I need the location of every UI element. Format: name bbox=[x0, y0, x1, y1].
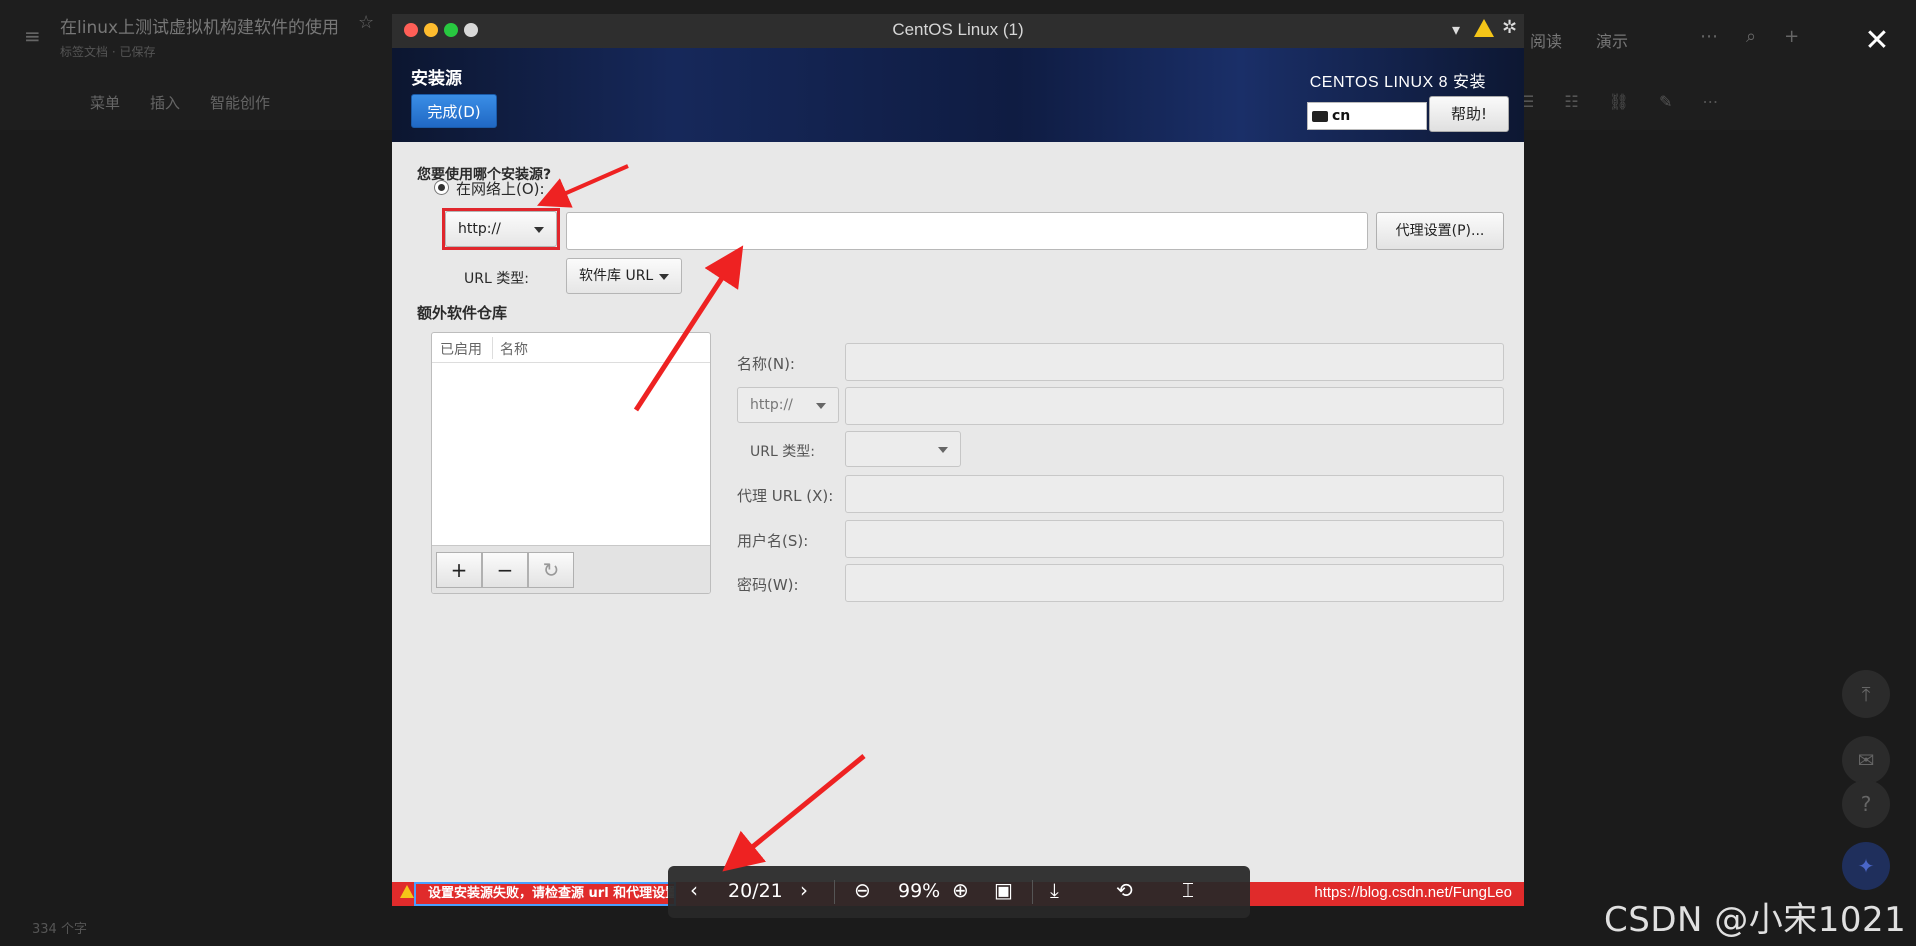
repo-list[interactable]: 已启用 名称 + − ↻ bbox=[431, 332, 711, 594]
scroll-top-icon[interactable]: ⤒ bbox=[1842, 670, 1890, 718]
chevron-down-icon bbox=[659, 274, 669, 280]
repo-toolbar: + − ↻ bbox=[432, 545, 710, 593]
star-icon[interactable]: ☆ bbox=[358, 12, 374, 33]
repo-protocol-value: http:// bbox=[750, 397, 793, 413]
warning-icon bbox=[400, 885, 414, 898]
username-input[interactable] bbox=[845, 520, 1504, 558]
remove-repo-button[interactable]: − bbox=[482, 552, 528, 588]
keyboard-layout-indicator[interactable]: cn bbox=[1307, 102, 1427, 130]
zoom-in-icon[interactable]: ⊕ bbox=[952, 878, 969, 902]
toolbar-divider bbox=[1032, 880, 1033, 904]
toolbar-ai[interactable]: 智能创作 bbox=[210, 92, 270, 113]
editor-toolbar: 菜单 插入 智能创作 bbox=[90, 92, 270, 113]
search-icon[interactable]: ⌕ bbox=[1746, 26, 1756, 47]
spoke-title: 安装源 bbox=[411, 69, 462, 89]
chevron-down-icon bbox=[816, 403, 826, 409]
next-icon[interactable]: › bbox=[800, 878, 808, 902]
repo-url-type-label: URL 类型: bbox=[750, 444, 815, 460]
toolbar-insert[interactable]: 插入 bbox=[150, 92, 180, 113]
doc-subtitle: 标签文档 · 已保存 bbox=[60, 45, 156, 59]
highlight-box bbox=[442, 208, 560, 250]
checklist-icon[interactable]: ☷ bbox=[1564, 92, 1578, 111]
password-label: 密码(W): bbox=[737, 576, 799, 594]
toolbar-divider bbox=[834, 880, 835, 904]
vm-window: CentOS Linux (1) ▾ ✲ 安装源 完成(D) CENTOS LI… bbox=[392, 14, 1524, 906]
product-title: CENTOS LINUX 8 安装 bbox=[1309, 74, 1486, 91]
install-source-content: 您要使用哪个安装源? 在网络上(O): http:// 代理设置(P)... U… bbox=[392, 142, 1524, 882]
done-button[interactable]: 完成(D) bbox=[411, 94, 497, 128]
refresh-repo-button[interactable]: ↻ bbox=[528, 552, 574, 588]
column-separator bbox=[492, 337, 493, 359]
username-label: 用户名(S): bbox=[737, 532, 809, 550]
help-button[interactable]: 帮助! bbox=[1429, 96, 1509, 132]
column-name[interactable]: 名称 bbox=[500, 339, 528, 359]
keyboard-layout: cn bbox=[1332, 108, 1351, 124]
toolbar-menu[interactable]: 菜单 bbox=[90, 92, 120, 113]
vm-titlebar: CentOS Linux (1) ▾ ✲ bbox=[392, 14, 1524, 48]
url-type-value: 软件库 URL bbox=[579, 268, 654, 284]
read-button[interactable]: 阅读 bbox=[1530, 28, 1562, 52]
rotate-icon[interactable]: ⟲ bbox=[1116, 878, 1133, 902]
doc-title: 在linux上测试虚拟机构建软件的使用 bbox=[60, 18, 340, 38]
network-radio[interactable] bbox=[434, 180, 449, 195]
vm-title: CentOS Linux (1) bbox=[892, 20, 1024, 39]
zoom-level: 99% bbox=[898, 880, 941, 902]
add-repo-button[interactable]: + bbox=[436, 552, 482, 588]
demo-button[interactable]: 演示 bbox=[1596, 28, 1628, 52]
extra-repos-title: 额外软件仓库 bbox=[417, 304, 508, 322]
repo-name-input[interactable] bbox=[845, 343, 1504, 381]
help-fab-icon[interactable]: ? bbox=[1842, 780, 1890, 828]
more-tools-icon[interactable]: ⋯ bbox=[1702, 92, 1718, 111]
url-input[interactable] bbox=[566, 212, 1368, 250]
repo-url-type-select[interactable] bbox=[845, 431, 961, 467]
proxy-url-label: 代理 URL (X): bbox=[737, 487, 834, 505]
image-viewer-toolbar: ‹ 20/21 › ⊖ 99% ⊕ ▣ ⤓ ⟲ ⌶ bbox=[668, 866, 1250, 918]
proxy-url-input[interactable] bbox=[845, 475, 1504, 513]
url-type-select[interactable]: 软件库 URL bbox=[566, 258, 682, 294]
warning-icon bbox=[1474, 19, 1494, 37]
download-icon[interactable]: ⤓ bbox=[1050, 878, 1059, 902]
link-icon[interactable]: ⛓ bbox=[1609, 92, 1629, 111]
comment-icon[interactable]: ✎ bbox=[1659, 92, 1672, 111]
status-message[interactable]: 设置安装源失败，请检查源 url 和代理设置 bbox=[414, 882, 676, 906]
status-url: https://blog.csdn.net/FungLeo bbox=[1314, 884, 1512, 901]
gear-icon[interactable]: ✲ bbox=[1502, 17, 1517, 38]
network-option-label: 在网络上(O): bbox=[456, 180, 545, 198]
actual-size-icon[interactable]: ▣ bbox=[994, 878, 1013, 902]
keyboard-icon bbox=[1312, 111, 1328, 122]
column-enabled[interactable]: 已启用 bbox=[440, 339, 482, 359]
repo-name-label: 名称(N): bbox=[737, 355, 795, 373]
comment-fab-icon[interactable]: ✉ bbox=[1842, 736, 1890, 784]
ai-fab-icon[interactable]: ✦ bbox=[1842, 842, 1890, 890]
plus-icon[interactable]: + bbox=[1784, 26, 1799, 47]
url-type-label: URL 类型: bbox=[464, 271, 529, 287]
chevron-down-icon bbox=[938, 447, 948, 453]
zoom-out-icon[interactable]: ⊖ bbox=[854, 878, 871, 902]
dropdown-icon[interactable]: ▾ bbox=[1452, 20, 1460, 39]
menu-icon[interactable]: ≡ bbox=[24, 24, 41, 48]
page-counter: 20/21 bbox=[728, 880, 783, 902]
prev-icon[interactable]: ‹ bbox=[690, 878, 698, 902]
format-tools: ☰ ☷ ⛓ ✎ ⋯ bbox=[1520, 92, 1718, 111]
installer-header: 安装源 完成(D) CENTOS LINUX 8 安装 cn 帮助! bbox=[392, 48, 1524, 142]
password-input[interactable] bbox=[845, 564, 1504, 602]
repo-protocol-select[interactable]: http:// bbox=[737, 387, 839, 423]
proxy-settings-button[interactable]: 代理设置(P)... bbox=[1376, 212, 1504, 250]
watermark: CSDN @小宋1021 bbox=[1604, 900, 1907, 940]
ocr-text-icon[interactable]: ⌶ bbox=[1182, 878, 1194, 902]
repo-url-input[interactable] bbox=[845, 387, 1504, 425]
repo-list-header: 已启用 名称 bbox=[432, 333, 710, 363]
close-viewer-icon[interactable]: ✕ bbox=[1862, 26, 1892, 56]
more-icon[interactable]: ⋯ bbox=[1700, 26, 1718, 47]
word-count: 334 个字 bbox=[32, 922, 87, 937]
editor-right-icons: ⋯ ⌕ + bbox=[1700, 26, 1799, 47]
